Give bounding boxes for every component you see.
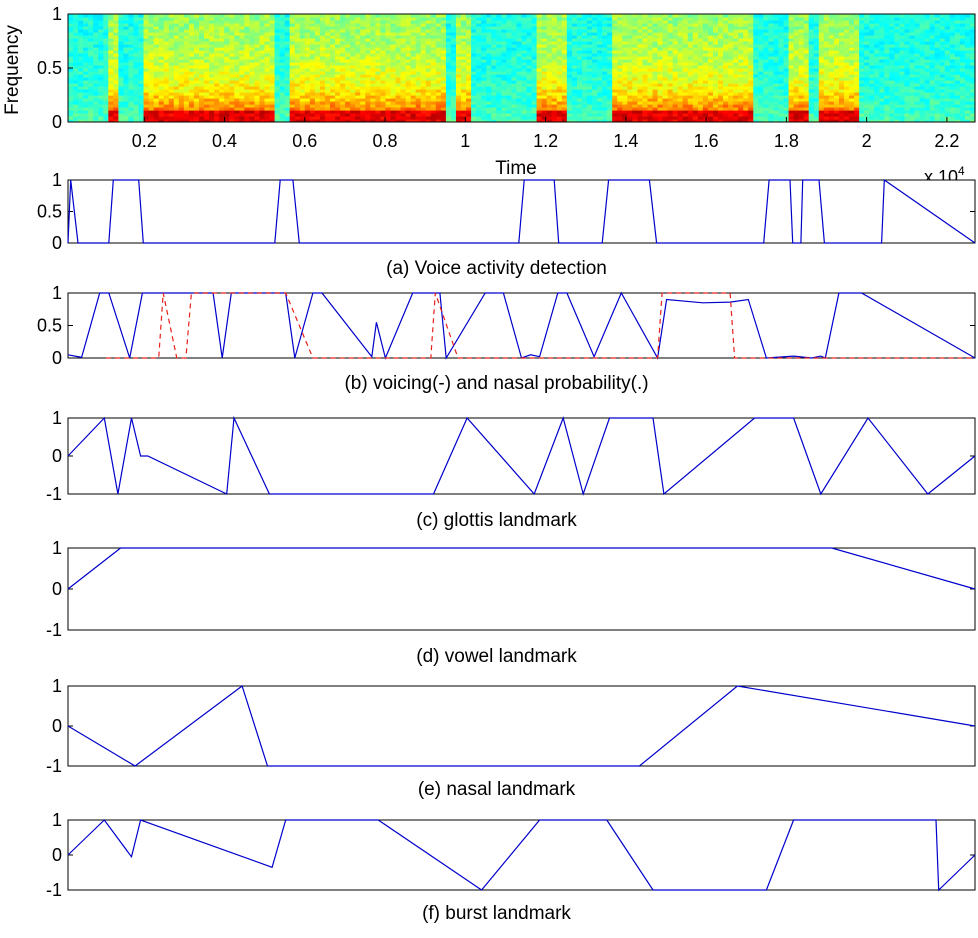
panel-caption: (a) Voice activity detection: [386, 258, 607, 279]
spectrogram-xtick-label: 1.4: [613, 131, 638, 151]
spectrogram-ytick-label: 0.5: [37, 58, 62, 78]
ytick-label: 0.5: [37, 316, 62, 336]
spectrogram-cells: [68, 14, 975, 122]
panel-frame: [67, 685, 976, 767]
spectrogram-xtick-label: 1.6: [694, 131, 719, 151]
spectrogram-xtick-label: 0.6: [292, 131, 317, 151]
panel-b: 0 0.5 1 (b) voicing(-) and nasal probabilit…: [37, 283, 976, 394]
ytick-label: 1: [52, 810, 62, 830]
ytick-label: 0: [52, 348, 62, 368]
panel-frame: [67, 819, 976, 891]
ytick-label: 0: [52, 446, 62, 466]
ytick-label: 1: [52, 283, 62, 303]
ytick-label: 0: [52, 716, 62, 736]
ytick-label: 1: [52, 170, 62, 190]
ytick-label: 1: [52, 676, 62, 696]
panel-caption: (e) nasal landmark: [418, 779, 576, 800]
spectrogram-xlabel: Time: [495, 158, 537, 179]
panel-frame: [67, 292, 976, 359]
panel-e: -1 0 1 (e) nasal landmark: [46, 676, 976, 800]
panel-caption: (f) burst landmark: [422, 903, 571, 924]
ytick-label: 1: [52, 408, 62, 428]
spectrogram-xtick-label: 1.2: [533, 131, 558, 151]
ytick-label: 0: [52, 233, 62, 253]
spectrogram-ylabel: Frequency: [2, 25, 23, 115]
landmark-figure: 0 0.5 1 0.2 0.4 0.6 0.8 1 1.2 1.4 1.6 1.8 2 2.2 Freq…: [2, 4, 976, 924]
spectrogram-xtick-label: 0.2: [132, 131, 157, 151]
ytick-label: -1: [46, 756, 62, 776]
spectrogram-xtick-label: 1: [460, 131, 470, 151]
panel-caption: (d) vowel landmark: [416, 646, 577, 667]
spectrogram-xtick-label: 0.8: [373, 131, 398, 151]
spectrogram-xtick-label: 2: [862, 131, 872, 151]
panel-caption: (c) glottis landmark: [416, 510, 577, 531]
spectrogram-panel: 0 0.5 1 0.2 0.4 0.6 0.8 1 1.2 1.4 1.6 1.8 2 2.2 Freq…: [2, 4, 976, 187]
panel-caption: (b) voicing(-) and nasal probability(.): [344, 373, 648, 394]
ytick-label: -1: [46, 620, 62, 640]
panel-c: -1 0 1 (c) glottis landmark: [46, 408, 976, 531]
panel-frame: [67, 547, 976, 631]
panel-f: -1 0 1 (f) burst landmark: [46, 810, 976, 924]
ytick-label: 0: [52, 845, 62, 865]
ytick-label: 1: [52, 538, 62, 558]
panel-d: -1 0 1 (d) vowel landmark: [46, 538, 976, 667]
spectrogram-xtick-label: 2.2: [934, 131, 959, 151]
panel-a: 0 0.5 1 (a) Voice activity detection: [37, 170, 976, 279]
spectrogram-ytick-label: 1: [52, 4, 62, 24]
ytick-label: -1: [46, 880, 62, 900]
landmark-panels: 0 0.5 1 (a) Voice activity detection 0 0.5 1 (b…: [37, 170, 976, 924]
spectrogram-xtick-label: 1.8: [774, 131, 799, 151]
ytick-label: 0.5: [37, 202, 62, 222]
spectrogram-ytick-label: 0: [52, 112, 62, 132]
ytick-label: -1: [46, 484, 62, 504]
ytick-label: 0: [52, 579, 62, 599]
spectrogram-xtick-label: 0.4: [212, 131, 237, 151]
